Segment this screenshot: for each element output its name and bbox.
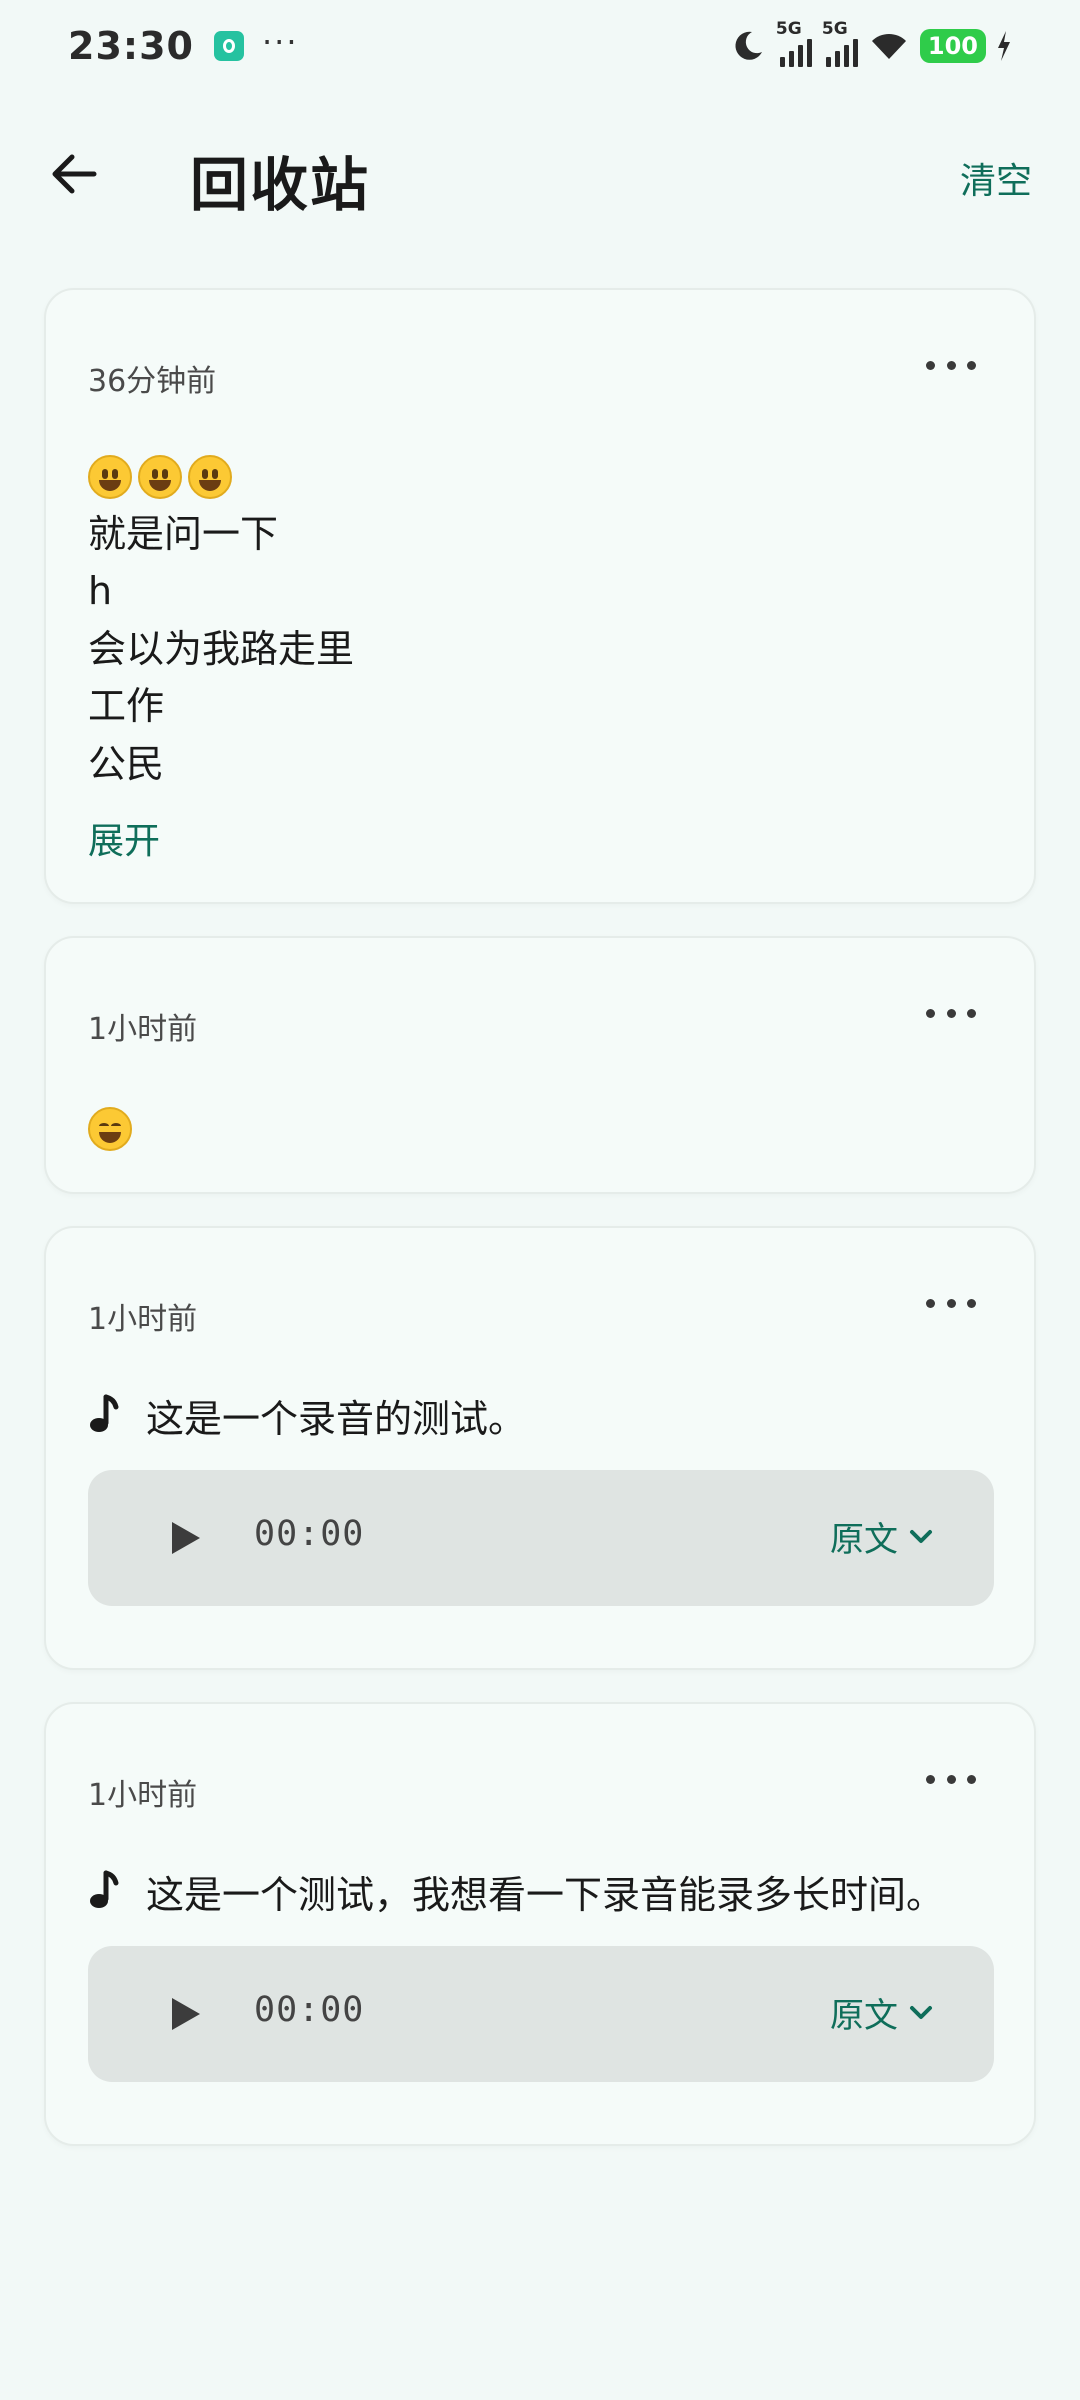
expand-link[interactable]: 展开 (88, 812, 160, 864)
note-line: h (88, 569, 113, 613)
note-line: 就是问一下 (88, 511, 279, 556)
transcript-text: 这是一个测试，我想看一下录音能录多长时间。 (146, 1873, 945, 1917)
more-options-icon[interactable] (926, 1764, 976, 1794)
audio-duration: 00:00 (254, 1990, 365, 2030)
transcript-line: 这是一个录音的测试。 (88, 1388, 526, 1443)
battery-indicator: 100 (919, 29, 986, 63)
audio-duration: 00:00 (254, 1514, 365, 1554)
audio-player: 00:00 原文 (88, 1946, 994, 2082)
back-arrow-icon[interactable] (46, 146, 102, 202)
voice-note-card[interactable]: 1小时前 这是一个测试，我想看一下录音能录多长时间。 00:00 原文 (44, 1702, 1036, 2146)
wifi-icon (871, 33, 906, 59)
chevron-down-icon (910, 2005, 932, 2019)
emoji-row (88, 448, 354, 506)
note-line: 工作 (88, 684, 165, 728)
original-text-label: 原文 (830, 1520, 898, 1560)
note-content (88, 1100, 132, 1158)
smiley-emoji-icon (188, 454, 232, 499)
more-options-icon[interactable] (926, 998, 976, 1028)
original-text-label: 原文 (830, 1996, 898, 2036)
note-line: 会以为我路走里 (88, 626, 355, 671)
note-time: 1小时前 (88, 1778, 198, 1813)
transcript-line: 这是一个测试，我想看一下录音能录多长时间。 (88, 1864, 944, 1919)
note-time: 1小时前 (88, 1302, 198, 1337)
charging-icon (998, 31, 1010, 61)
status-icons: 5G 5G 100 (730, 19, 1012, 67)
grinning-emoji-icon (88, 1106, 132, 1151)
more-notifications-icon: ··· (261, 23, 299, 61)
note-time: 1小时前 (88, 1012, 198, 1047)
status-time: 23:30 (68, 24, 194, 68)
original-text-toggle[interactable]: 原文 (830, 1512, 934, 1561)
more-options-icon[interactable] (926, 350, 976, 380)
app-header: 回收站 清空 (0, 120, 1080, 240)
app-notification-icon (213, 31, 244, 61)
music-note-icon (90, 1870, 119, 1908)
signal-1-icon: 5G (776, 19, 812, 67)
status-bar: 23:30 ··· 5G 5G 100 (0, 0, 1080, 92)
voice-note-card[interactable]: 1小时前 这是一个录音的测试。 00:00 原文 (44, 1226, 1036, 1670)
note-card[interactable]: 36分钟前 就是问一下 h 会以为我路走里 工作 公民 展开 (44, 288, 1036, 904)
clear-button[interactable]: 清空 (960, 152, 1032, 204)
original-text-toggle[interactable]: 原文 (830, 1988, 934, 2037)
music-note-icon (90, 1394, 119, 1432)
note-content: 就是问一下 h 会以为我路走里 工作 公民 (88, 448, 354, 793)
transcript-text: 这是一个录音的测试。 (146, 1397, 527, 1441)
audio-player: 00:00 原文 (88, 1470, 994, 1606)
smiley-emoji-icon (138, 454, 182, 499)
emoji-row (88, 1100, 132, 1158)
recycle-bin-screen: 23:30 ··· 5G 5G 100 回收站 清空 36分钟前 就是问一下 h… (0, 0, 1080, 2400)
signal-2-icon: 5G (822, 19, 858, 67)
moon-icon (735, 31, 762, 60)
play-icon[interactable] (164, 1518, 204, 1558)
more-options-icon[interactable] (926, 1288, 976, 1318)
page-title: 回收站 (190, 151, 371, 219)
smiley-emoji-icon (88, 454, 132, 499)
chevron-down-icon (910, 1529, 932, 1543)
note-time: 36分钟前 (88, 364, 217, 399)
note-line: 公民 (88, 741, 165, 786)
note-card[interactable]: 1小时前 (44, 936, 1036, 1194)
play-icon[interactable] (164, 1994, 204, 2034)
